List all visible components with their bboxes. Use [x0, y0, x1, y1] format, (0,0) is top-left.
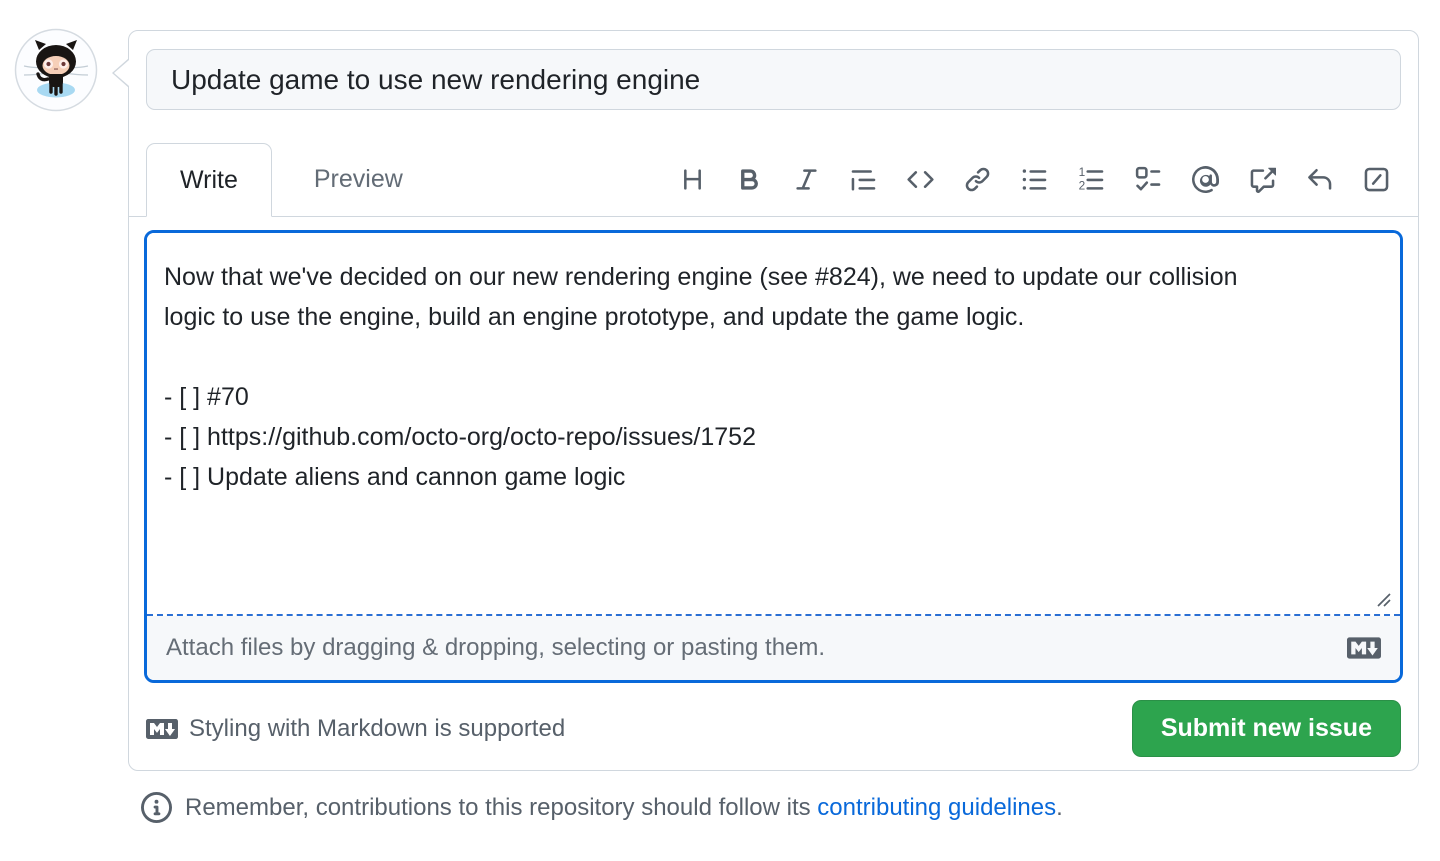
markdown-supported-text: Styling with Markdown is supported: [189, 714, 566, 742]
attach-hint-text: Attach files by dragging & dropping, sel…: [166, 634, 826, 661]
issue-body-textarea[interactable]: Now that we've decided on our new render…: [147, 233, 1400, 614]
issue-title-input[interactable]: [146, 49, 1401, 110]
unordered-list-icon[interactable]: [1021, 166, 1048, 193]
markdown-toolbar: 1 2: [679, 143, 1418, 216]
svg-text:1: 1: [1079, 166, 1086, 179]
footnote-suffix: .: [1056, 793, 1063, 821]
quote-icon[interactable]: [850, 166, 877, 193]
reply-icon[interactable]: [1306, 166, 1333, 193]
cross-reference-icon[interactable]: [1249, 166, 1276, 193]
submit-new-issue-button[interactable]: Submit new issue: [1131, 700, 1401, 757]
contributing-guidelines-link[interactable]: contributing guidelines: [817, 794, 1056, 821]
code-icon[interactable]: [907, 166, 934, 193]
mention-icon[interactable]: [1192, 166, 1219, 193]
markdown-icon: [146, 718, 178, 739]
tab-preview[interactable]: Preview: [272, 143, 445, 216]
footnote-prefix: Remember, contributions to this reposito…: [185, 793, 818, 821]
tasklist-icon[interactable]: [1135, 166, 1162, 193]
editor-tabbar: Write Preview 1 2: [129, 143, 1418, 217]
attach-files-bar[interactable]: Attach files by dragging & dropping, sel…: [147, 616, 1400, 680]
resize-grip-icon[interactable]: [1375, 591, 1393, 609]
bubble-caret-fill: [114, 60, 129, 86]
footnote-text: Remember, contributions to this reposito…: [185, 794, 1063, 822]
contributing-footnote: Remember, contributions to this reposito…: [141, 792, 1063, 823]
ordered-list-icon[interactable]: 1 2: [1078, 166, 1105, 193]
info-icon: [141, 792, 172, 823]
slash-commands-icon[interactable]: [1363, 166, 1390, 193]
octocat-icon: [14, 28, 98, 112]
italic-icon[interactable]: [793, 166, 820, 193]
svg-text:2: 2: [1079, 179, 1086, 193]
markdown-editor: Now that we've decided on our new render…: [144, 230, 1403, 683]
markdown-supported-link[interactable]: Styling with Markdown is supported: [146, 713, 565, 745]
bold-icon[interactable]: [736, 166, 763, 193]
avatar: [14, 28, 98, 112]
tab-write[interactable]: Write: [146, 143, 272, 217]
new-issue-card: Write Preview: [112, 30, 1419, 771]
body-textarea-wrap: Now that we've decided on our new render…: [147, 233, 1400, 614]
card-footer: Styling with Markdown is supported Submi…: [146, 700, 1401, 757]
link-icon[interactable]: [964, 166, 991, 193]
heading-icon[interactable]: [679, 166, 706, 193]
markdown-icon[interactable]: [1347, 631, 1381, 665]
